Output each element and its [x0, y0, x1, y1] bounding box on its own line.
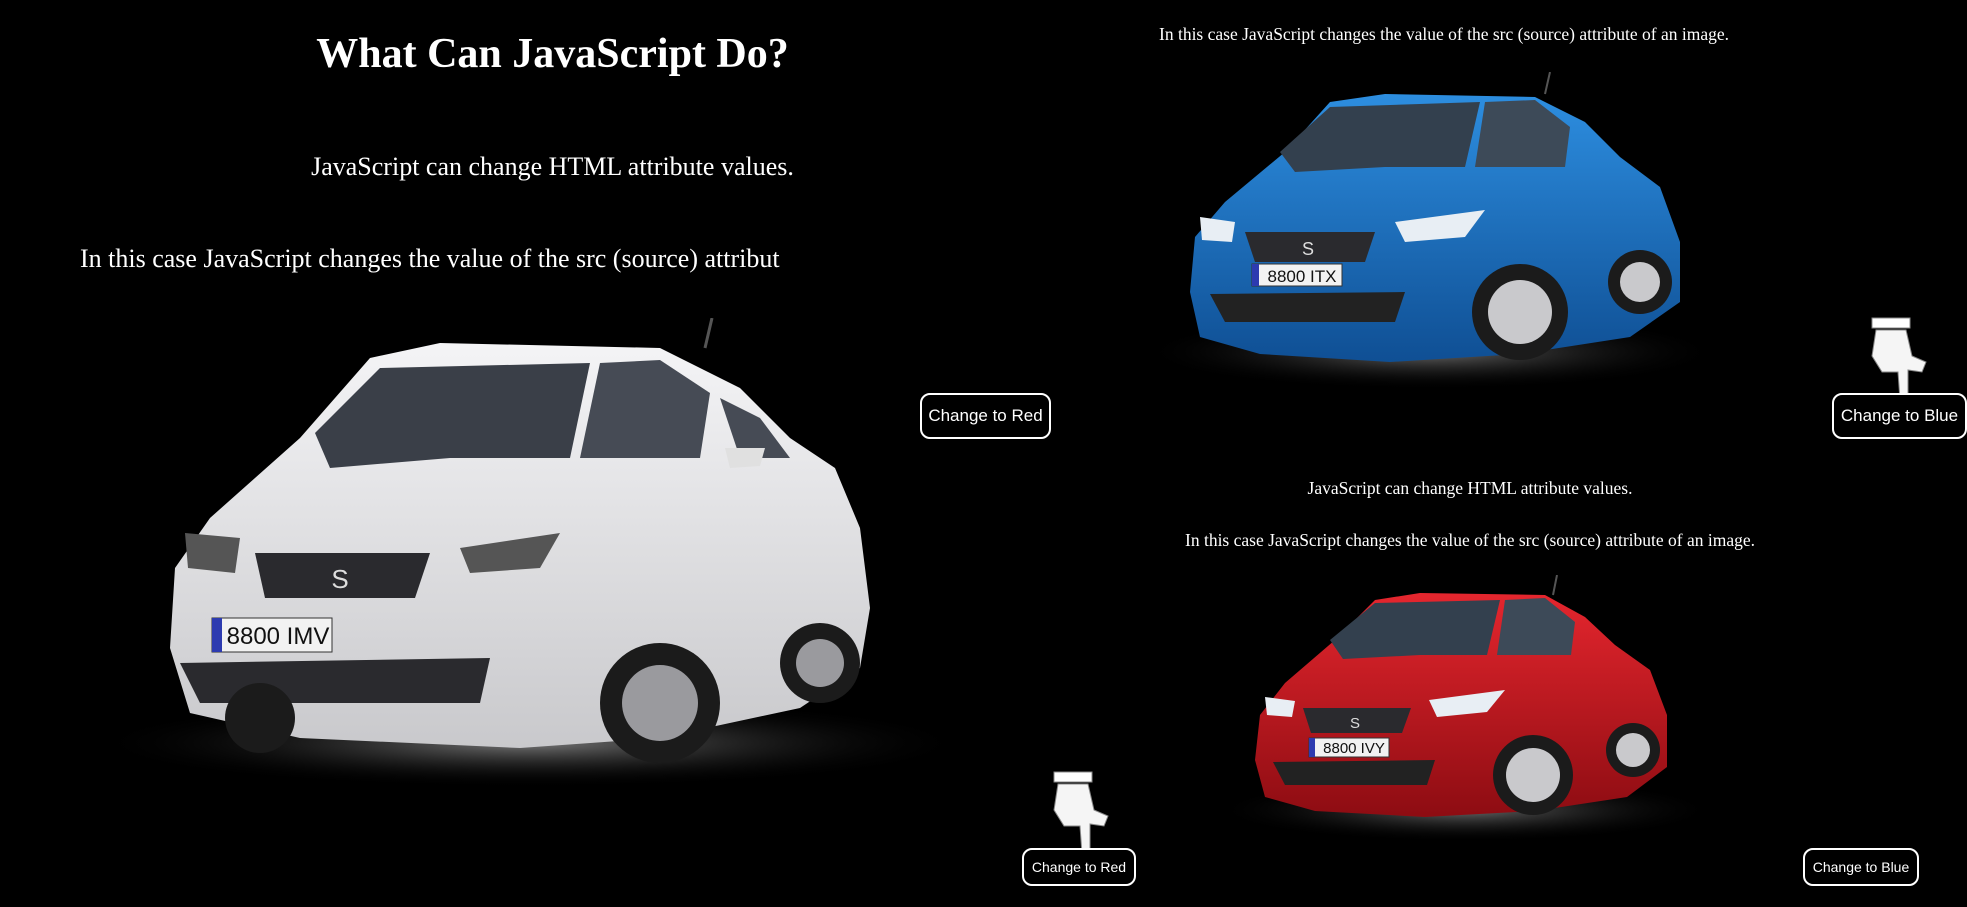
- change-to-red-button[interactable]: Change to Red: [920, 393, 1051, 439]
- license-plate-red: 8800 IVY: [1323, 740, 1385, 757]
- image-clip-notch: [863, 394, 915, 464]
- change-to-blue-button-2[interactable]: Change to Blue: [1803, 848, 1919, 886]
- hand-pointer-icon-2: [1868, 316, 1930, 402]
- svg-text:S: S: [1350, 715, 1360, 732]
- intro-text: JavaScript can change HTML attribute val…: [311, 152, 794, 181]
- bottom-description-text: In this case JavaScript changes the valu…: [1185, 530, 1755, 550]
- bottom-intro-text: JavaScript can change HTML attribute val…: [1307, 478, 1633, 498]
- hand-pointer-icon: [1050, 770, 1112, 856]
- license-plate-white: 8800 IMV: [227, 623, 330, 650]
- car-image-red: S 8800 IVY: [1215, 575, 1715, 850]
- description-text: In this case JavaScript changes the valu…: [80, 244, 780, 273]
- page-heading: What Can JavaScript Do?: [316, 31, 789, 77]
- change-to-blue-button[interactable]: Change to Blue: [1832, 393, 1967, 439]
- top-description-text: In this case JavaScript changes the valu…: [1159, 24, 1729, 44]
- license-plate-blue: 8800 ITX: [1268, 267, 1337, 286]
- svg-text:S: S: [331, 564, 348, 594]
- car-image-white: S 8800 IMV: [100, 318, 980, 788]
- car-image-blue: S 8800 ITX: [1140, 72, 1730, 402]
- svg-text:S: S: [1302, 239, 1314, 259]
- change-to-red-button-2[interactable]: Change to Red: [1022, 848, 1136, 886]
